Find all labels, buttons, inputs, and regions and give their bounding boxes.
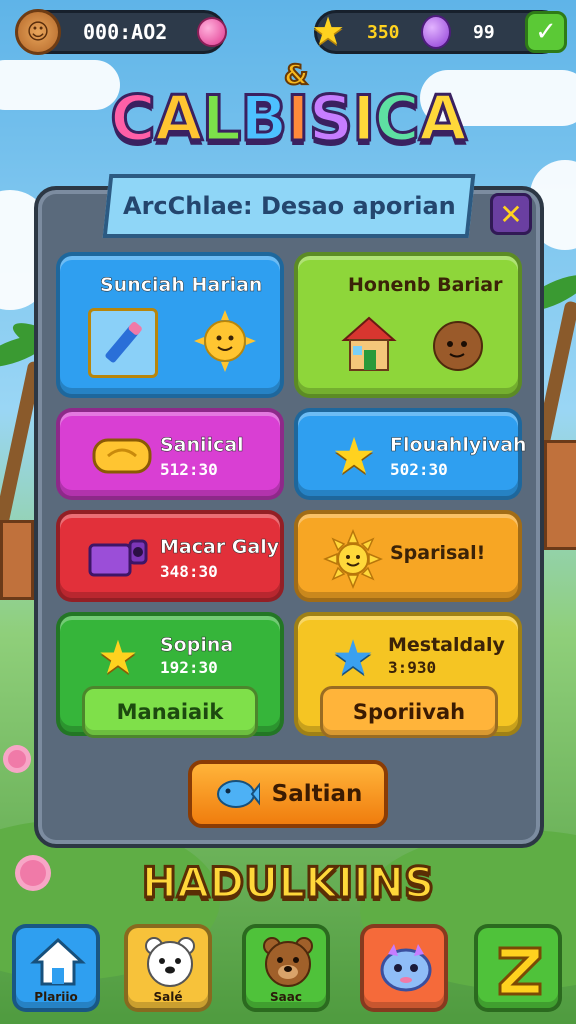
card-title: Flouahlyivah xyxy=(390,434,527,457)
sporiivah-button[interactable]: Sporiivah xyxy=(320,686,498,738)
card-macar-galy[interactable]: Macar Galy 348:30 xyxy=(56,510,284,602)
nav-label: Plariio xyxy=(34,990,78,1004)
title-letter: B xyxy=(239,81,289,157)
nav-label: Salé xyxy=(153,990,183,1004)
coins-counter: ☺ 000:AO2 xyxy=(15,9,227,55)
card-sunciah-harian[interactable]: Sunciah Harian xyxy=(56,252,284,398)
card-title: Sparisal! xyxy=(390,542,486,564)
manaiaik-button-label: Manaiaik xyxy=(116,700,224,724)
card-subtitle: 3:930 xyxy=(388,658,437,677)
card-sparisal[interactable]: Sparisal! xyxy=(294,510,522,602)
nav-button-home[interactable]: Plariio xyxy=(12,924,100,1012)
nav-button-bear-white[interactable]: Salé xyxy=(124,924,212,1012)
pencil-icon xyxy=(88,308,158,378)
card-saniical[interactable]: Saniical 512:30 xyxy=(56,408,284,500)
game-title: CALBISICA xyxy=(0,81,576,157)
card-title: Macar Galy xyxy=(160,536,280,559)
title-letter: C xyxy=(373,81,421,157)
sun-character-icon xyxy=(190,306,260,376)
gems-value: 99 xyxy=(473,21,495,43)
close-icon: ✕ xyxy=(499,197,523,231)
sun-icon xyxy=(322,528,384,590)
close-button[interactable]: ✕ xyxy=(490,193,532,235)
saltian-button-label: Saltian xyxy=(271,781,363,807)
sporiivah-button-label: Sporiivah xyxy=(352,700,466,724)
coins-value: 000:AO2 xyxy=(83,20,168,44)
card-flouahlyivah[interactable]: ★ Flouahlyivah 502:30 xyxy=(294,408,527,500)
card-honenb-bariar[interactable]: Honenb Bariar xyxy=(294,252,522,398)
card-subtitle: 348:30 xyxy=(160,562,218,581)
title-letter: C xyxy=(109,81,157,157)
coconut-character-icon xyxy=(426,312,490,376)
card-title: Saniical xyxy=(160,434,244,457)
title-letter: S xyxy=(307,81,355,157)
coin-bar-icon xyxy=(90,430,154,482)
section-title: HADULKIINS xyxy=(140,857,436,909)
check-icon: ✓ xyxy=(535,17,557,47)
title-letter: I xyxy=(351,81,377,157)
nav-button-bear-brown[interactable]: Saac xyxy=(242,924,330,1012)
star-icon: ★ xyxy=(331,427,377,485)
add-currency-button[interactable]: ✓ xyxy=(525,11,567,53)
card-title: Sopina xyxy=(160,634,234,657)
creature-icon xyxy=(380,944,432,992)
panel-banner: ArcChlae: Desao aporian xyxy=(102,174,476,238)
card-subtitle: 502:30 xyxy=(390,460,448,479)
home-icon xyxy=(30,937,86,986)
camera-icon xyxy=(86,532,152,584)
blue-star-icon: ★ xyxy=(331,630,375,686)
title-letter: I xyxy=(285,81,311,157)
saltian-button[interactable]: Saltian xyxy=(188,760,388,828)
card-title: Honenb Bariar xyxy=(348,274,503,296)
title-letter: L xyxy=(200,81,242,157)
nav-label: Saac xyxy=(270,990,302,1004)
house-gift-icon xyxy=(334,308,404,378)
star-icon: ★ xyxy=(97,630,139,684)
card-title: Sunciah Harian xyxy=(100,274,263,297)
manaiaik-button[interactable]: Manaiaik xyxy=(82,686,258,738)
title-letter: A xyxy=(417,81,468,157)
fish-icon xyxy=(216,780,260,808)
pink-gem-icon[interactable] xyxy=(197,17,227,47)
stars-gems-counter: ★ 350 99 ✓ xyxy=(311,9,567,54)
cookie-coin-icon: ☺ xyxy=(15,9,61,55)
title-letter: A xyxy=(153,81,204,157)
card-subtitle: 512:30 xyxy=(160,460,218,479)
letter-z-icon xyxy=(498,946,542,996)
nav-button-creature[interactable] xyxy=(360,924,448,1012)
nav-button-z[interactable] xyxy=(474,924,562,1012)
bear-icon xyxy=(263,937,313,987)
panel-banner-text: ArcChlae: Desao aporian xyxy=(122,192,456,220)
star-icon: ★ xyxy=(311,9,346,53)
purple-gem-icon xyxy=(421,15,451,49)
card-subtitle: 192:30 xyxy=(160,658,218,677)
stars-value: 350 xyxy=(367,21,400,43)
card-title: Mestaldaly xyxy=(388,634,505,656)
polar-bear-icon xyxy=(145,937,195,987)
